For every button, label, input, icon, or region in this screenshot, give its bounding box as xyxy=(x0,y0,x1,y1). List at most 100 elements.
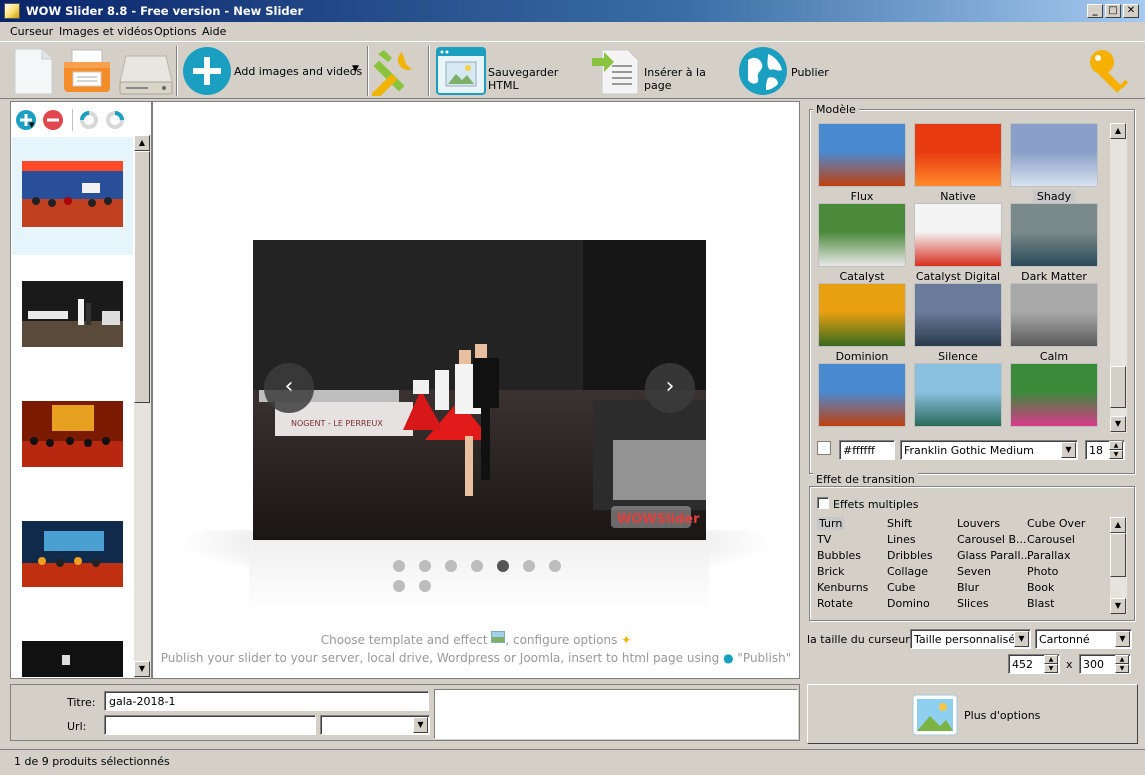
slide-bullet[interactable] xyxy=(419,580,431,592)
publish-button[interactable]: Publier xyxy=(738,46,838,96)
effect-option[interactable]: Shift xyxy=(887,517,912,530)
insert-page-button[interactable]: Insérer à la page xyxy=(592,46,732,96)
scroll-up-button[interactable]: ▲ xyxy=(134,135,150,151)
slide-bullet[interactable] xyxy=(523,560,535,572)
add-dropdown-icon[interactable]: ▼ xyxy=(29,121,34,129)
prev-arrow-button[interactable]: ‹ xyxy=(264,363,314,413)
effect-option[interactable]: Glass Parall... xyxy=(957,549,1031,562)
chevron-down-icon[interactable]: ▼ xyxy=(1061,442,1076,458)
template-option[interactable]: Shady xyxy=(1009,123,1099,203)
color-input[interactable]: #ffffff xyxy=(839,440,895,460)
slide-bullet[interactable] xyxy=(445,560,457,572)
effect-option[interactable]: Carousel xyxy=(1027,533,1075,546)
effect-option[interactable]: Carousel B... xyxy=(957,533,1027,546)
add-images-button[interactable]: Add images and videos ▼ xyxy=(182,47,364,95)
font-size-input[interactable]: 18 ▲ ▼ xyxy=(1085,440,1125,460)
menu-options[interactable]: Options xyxy=(154,25,196,38)
effect-option[interactable]: Louvers xyxy=(957,517,1000,530)
slide-bullet[interactable] xyxy=(549,560,561,572)
effect-option[interactable]: Slices xyxy=(957,597,989,610)
effect-option[interactable]: Kenburns xyxy=(817,581,868,594)
slide-bullet[interactable] xyxy=(419,560,431,572)
menu-images-videos[interactable]: Images et vidéos xyxy=(59,25,153,38)
open-button[interactable] xyxy=(62,48,112,96)
height-input[interactable]: 300 ▲ ▼ xyxy=(1079,654,1131,674)
scroll-thumb[interactable] xyxy=(1110,366,1126,408)
template-option[interactable]: Native xyxy=(913,123,1003,203)
chevron-down-icon[interactable]: ▼ xyxy=(413,717,428,733)
slide-thumb-5[interactable] xyxy=(12,617,133,677)
slide-thumb-2[interactable] xyxy=(12,257,133,375)
effect-option[interactable]: Cube Over xyxy=(1027,517,1085,530)
spin-down-button[interactable]: ▼ xyxy=(1115,664,1129,673)
rotate-left-icon[interactable] xyxy=(79,110,99,130)
template-scrollbar[interactable]: ▲ ▼ xyxy=(1110,123,1127,433)
template-option[interactable]: Silence xyxy=(913,283,1003,363)
license-key-button[interactable] xyxy=(1086,48,1136,96)
effect-scrollbar[interactable]: ▲ ▼ xyxy=(1110,517,1127,614)
slide-thumb-3[interactable] xyxy=(12,377,133,495)
slides-scrollbar[interactable]: ▲ ▼ xyxy=(134,135,151,678)
save-html-button[interactable]: Sauvegarder HTML xyxy=(436,46,586,96)
template-option[interactable]: Dominion xyxy=(817,283,907,363)
template-option[interactable]: Catalyst xyxy=(817,203,907,283)
effect-option[interactable]: Book xyxy=(1027,581,1054,594)
effect-option[interactable]: Bubbles xyxy=(817,549,861,562)
slide-bullet[interactable] xyxy=(393,580,405,592)
template-option[interactable]: Catalyst Digital xyxy=(913,203,1003,283)
template-option[interactable] xyxy=(817,363,907,443)
font-select[interactable]: Franklin Gothic Medium ▼ xyxy=(900,440,1078,460)
template-option[interactable]: Calm xyxy=(1009,283,1099,363)
width-input[interactable]: 452 ▲ ▼ xyxy=(1008,654,1060,674)
maximize-button[interactable]: □ xyxy=(1105,4,1121,18)
remove-slide-icon[interactable] xyxy=(42,109,64,131)
save-button[interactable] xyxy=(118,52,174,96)
description-textarea[interactable] xyxy=(434,689,798,739)
scroll-down-button[interactable]: ▼ xyxy=(1110,598,1126,614)
title-input[interactable]: gala-2018-1 xyxy=(104,691,429,711)
chevron-down-icon[interactable]: ▼ xyxy=(1115,631,1130,647)
effect-option[interactable]: Blur xyxy=(957,581,979,594)
more-options-button[interactable]: Plus d'options xyxy=(807,684,1138,744)
effect-option[interactable]: Parallax xyxy=(1027,549,1071,562)
effect-option[interactable]: Rotate xyxy=(817,597,853,610)
multiple-effects-checkbox[interactable] xyxy=(817,497,829,509)
effect-option[interactable]: Photo xyxy=(1027,565,1058,578)
effect-option[interactable]: Brick xyxy=(817,565,845,578)
minimize-button[interactable]: _ xyxy=(1087,4,1103,18)
slide-bullet[interactable] xyxy=(471,560,483,572)
size-mode-select[interactable]: Taille personnalisée ▼ xyxy=(910,629,1031,649)
effect-option[interactable]: Seven xyxy=(957,565,991,578)
effect-option[interactable]: Collage xyxy=(887,565,928,578)
scroll-down-button[interactable]: ▼ xyxy=(134,661,150,677)
dropdown-arrow-icon[interactable]: ▼ xyxy=(352,64,359,74)
chevron-down-icon[interactable]: ▼ xyxy=(1014,631,1029,647)
rotate-right-icon[interactable] xyxy=(105,110,125,130)
close-button[interactable]: ✕ xyxy=(1123,4,1139,18)
url-target-select[interactable]: ▼ xyxy=(320,715,430,735)
template-option[interactable]: Flux xyxy=(817,123,907,203)
effect-option[interactable]: TV xyxy=(817,533,831,546)
effect-option[interactable]: Blast xyxy=(1027,597,1054,610)
template-option[interactable]: Dark Matter xyxy=(1009,203,1099,283)
spin-down-button[interactable]: ▼ xyxy=(1044,664,1058,673)
spin-up-button[interactable]: ▲ xyxy=(1115,655,1129,664)
menu-curseur[interactable]: Curseur xyxy=(10,25,53,38)
new-slider-button[interactable] xyxy=(12,47,54,95)
scroll-down-button[interactable]: ▼ xyxy=(1110,416,1126,432)
menu-aide[interactable]: Aide xyxy=(202,25,226,38)
color-swatch[interactable] xyxy=(817,441,831,455)
next-arrow-button[interactable]: › xyxy=(645,363,695,413)
scroll-up-button[interactable]: ▲ xyxy=(1110,123,1126,139)
slide-thumb-4[interactable] xyxy=(12,497,133,615)
scroll-up-button[interactable]: ▲ xyxy=(1110,517,1126,533)
scroll-thumb[interactable] xyxy=(134,151,150,403)
spin-up-button[interactable]: ▲ xyxy=(1109,441,1123,450)
scroll-thumb[interactable] xyxy=(1110,533,1126,577)
slide-thumb-1[interactable] xyxy=(12,137,133,255)
tools-button[interactable] xyxy=(370,48,420,101)
template-option[interactable] xyxy=(1009,363,1099,443)
slide-bullet[interactable] xyxy=(497,560,509,572)
slide-bullet[interactable] xyxy=(393,560,405,572)
effect-option[interactable]: Cube xyxy=(887,581,915,594)
